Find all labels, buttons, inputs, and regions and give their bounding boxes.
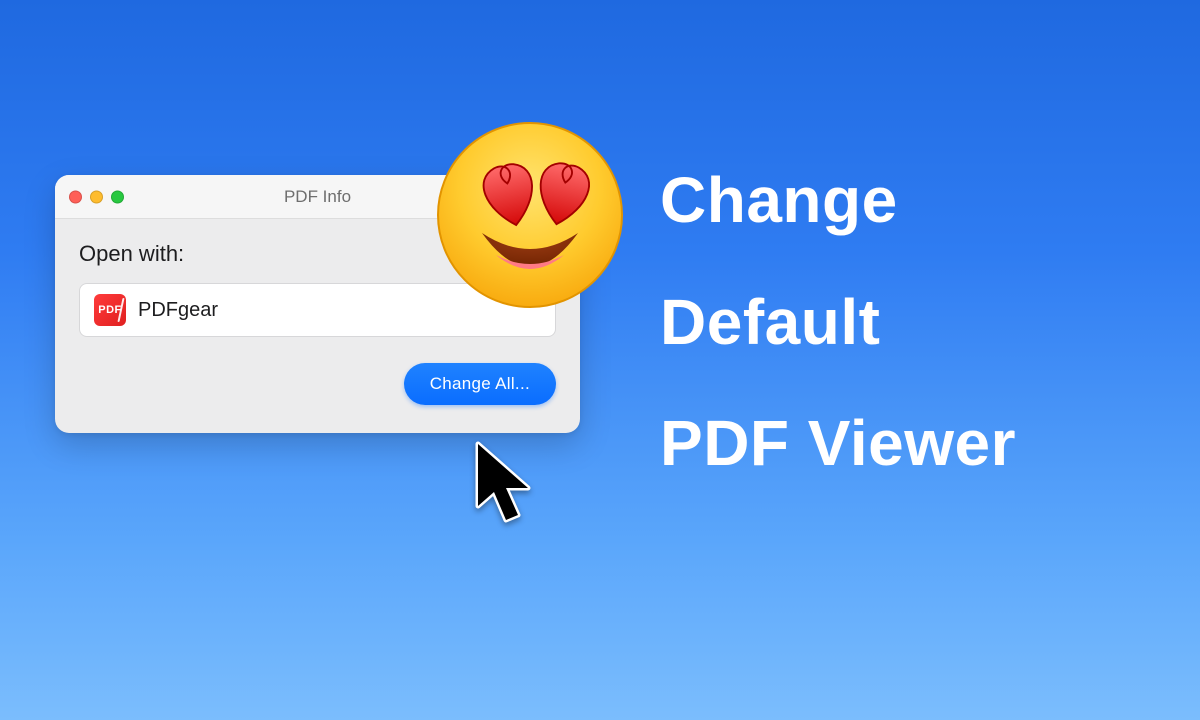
heart-eyes-emoji-icon	[430, 115, 630, 315]
minimize-icon[interactable]	[90, 190, 103, 203]
headline: Change Default PDF Viewer	[660, 140, 1016, 505]
headline-line-1: Change	[660, 140, 1016, 262]
app-icon-text: PDF	[98, 304, 122, 316]
pdfgear-app-icon: PDF	[94, 294, 126, 326]
close-icon[interactable]	[69, 190, 82, 203]
cursor-icon	[470, 440, 540, 530]
headline-line-3: PDF Viewer	[660, 383, 1016, 505]
headline-line-2: Default	[660, 262, 1016, 384]
change-all-button[interactable]: Change All...	[404, 363, 556, 405]
zoom-icon[interactable]	[111, 190, 124, 203]
window-controls	[69, 190, 124, 203]
action-row: Change All...	[79, 363, 556, 405]
app-name: PDFgear	[138, 299, 218, 322]
